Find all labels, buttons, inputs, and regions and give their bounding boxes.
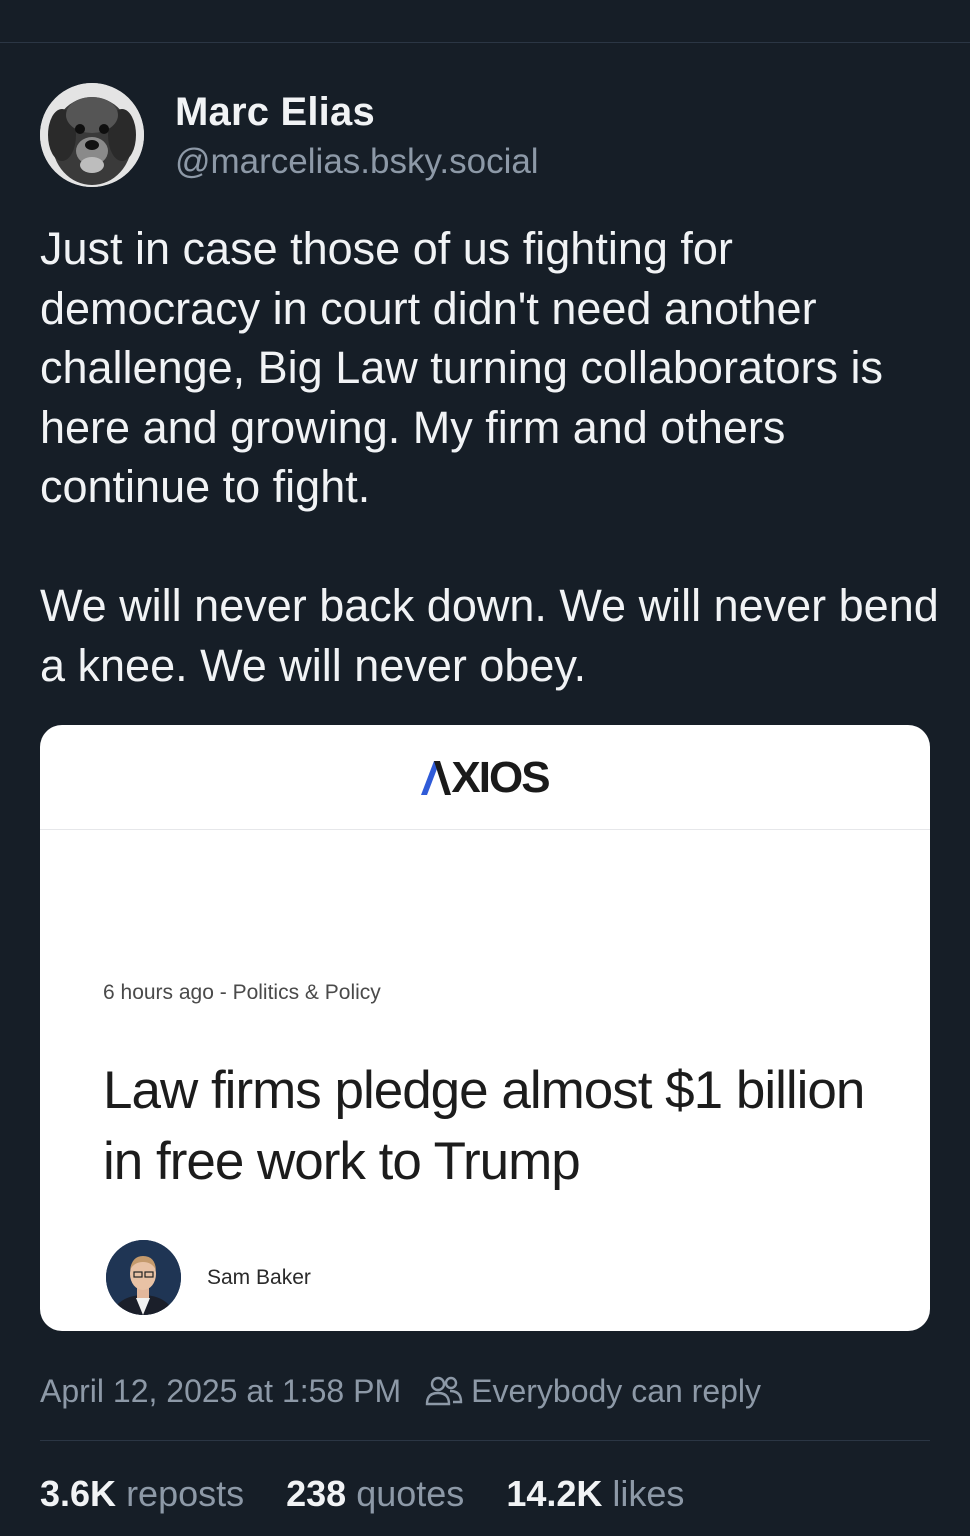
author-avatar[interactable] [40,83,144,187]
person-avatar-icon [106,1240,181,1315]
article-author-name: Sam Baker [207,1265,311,1289]
reply-setting[interactable]: Everybody can reply [471,1370,761,1412]
post-timestamp[interactable]: April 12, 2025 at 1:58 PM [40,1370,401,1412]
likes-stat[interactable]: 14.2K likes [506,1472,684,1516]
stats-divider [40,1440,930,1441]
top-divider [0,42,970,43]
post-page: Marc Elias @marcelias.bsky.social Just i… [0,0,970,1536]
dog-avatar-icon [40,83,144,187]
card-header: XIOS [40,725,930,830]
axios-logo-mark-icon [421,761,452,795]
axios-logo-text: XIOS [451,753,550,802]
author-handle[interactable]: @marcelias.bsky.social [175,141,539,183]
post-meta: April 12, 2025 at 1:58 PM Everybody can … [40,1370,761,1412]
author-header[interactable]: Marc Elias @marcelias.bsky.social [40,83,539,187]
article-meta: 6 hours ago - Politics & Policy [103,981,381,1004]
post-paragraph: We will never back down. We will never b… [40,580,939,691]
article-byline: Sam Baker [106,1240,311,1315]
engagement-stats: 3.6K reposts 238 quotes 14.2K likes [40,1472,726,1516]
post-paragraph: Just in case those of us fighting for de… [40,223,883,512]
likes-count: 14.2K [506,1473,603,1514]
quotes-count: 238 [286,1473,347,1514]
embedded-image-card[interactable]: XIOS 6 hours ago - Politics & Policy Law… [40,725,930,1331]
likes-label: likes [612,1473,685,1514]
quotes-label: quotes [356,1473,465,1514]
reposts-stat[interactable]: 3.6K reposts [40,1472,244,1516]
quotes-stat[interactable]: 238 quotes [286,1472,464,1516]
people-icon [425,1375,463,1407]
author-display-name[interactable]: Marc Elias [175,89,539,135]
reposts-label: reposts [126,1473,245,1514]
reposts-count: 3.6K [40,1473,117,1514]
author-photo [106,1240,181,1315]
post-body: Just in case those of us fighting for de… [40,219,940,695]
article-headline: Law firms pledge almost $1 billion in fr… [103,1061,865,1191]
axios-logo: XIOS [421,753,551,802]
